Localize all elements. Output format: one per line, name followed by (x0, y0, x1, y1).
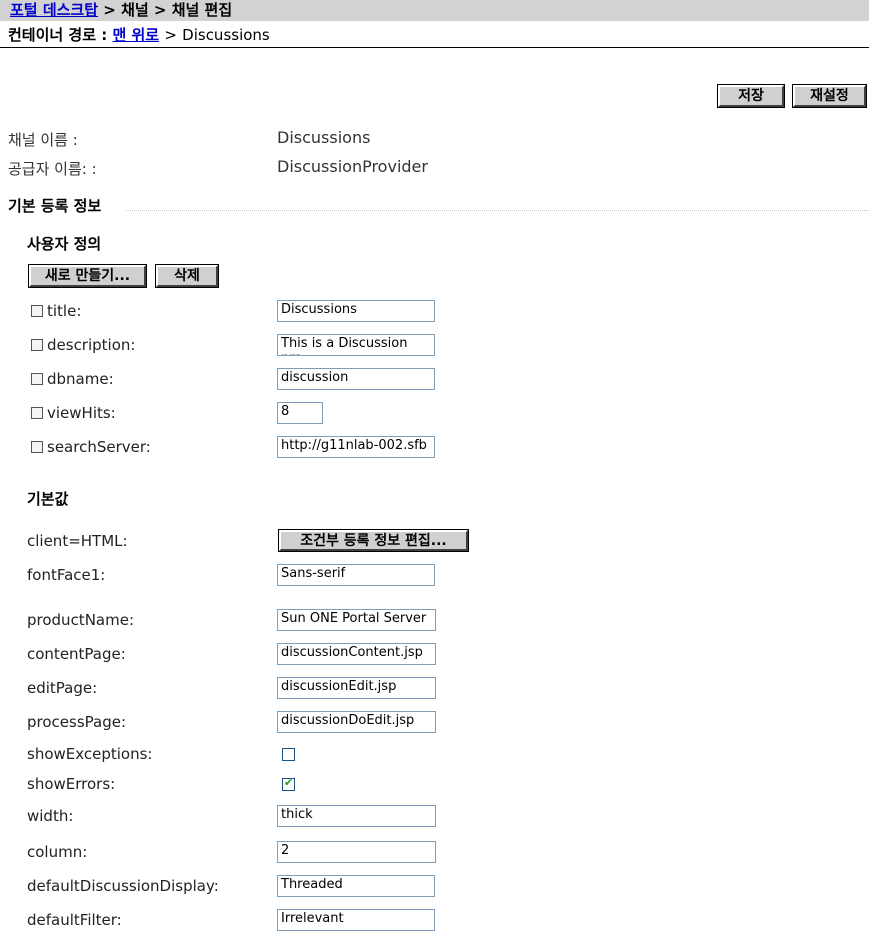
width-label: width: (27, 807, 74, 825)
dbname-select-checkbox[interactable] (31, 373, 43, 385)
defaults-title: 기본값 (27, 490, 69, 508)
provider-name-value: DiscussionProvider (277, 157, 428, 176)
column-label: column: (27, 843, 88, 861)
processpage-input[interactable]: discussionDoEdit.jsp (277, 711, 436, 733)
editpage-label: editPage: (27, 679, 98, 697)
productname-label: productName: (27, 611, 134, 629)
checkmark-icon: ✔ (284, 776, 294, 789)
channel-name-value: Discussions (277, 128, 371, 147)
viewhits-select-checkbox[interactable] (31, 407, 43, 419)
header-divider (0, 47, 869, 48)
searchserver-select-checkbox[interactable] (31, 441, 43, 453)
breadcrumb-portal-desktop-link[interactable]: 포털 데스크탑 (10, 1, 98, 19)
description-label: description: (47, 336, 136, 354)
showexceptions-checkbox[interactable] (282, 748, 295, 761)
breadcrumb-channel-edit: 채널 편집 (171, 1, 233, 19)
column-input[interactable]: 2 (277, 841, 436, 863)
contentpage-input[interactable]: discussionContent.jsp (277, 643, 436, 665)
container-path-current: Discussions (182, 26, 270, 44)
description-input[interactable]: This is a Discussion pro (277, 334, 435, 356)
description-select-checkbox[interactable] (31, 339, 43, 351)
edit-conditional-properties-button[interactable]: 조건부 등록 정보 편집... (279, 530, 468, 551)
showexceptions-label: showExceptions: (27, 745, 153, 763)
breadcrumb-separator: > (103, 1, 116, 19)
provider-name-label: 공급자 이름: : (8, 160, 97, 178)
dbname-label: dbname: (47, 370, 114, 388)
container-path-separator: > (164, 26, 177, 44)
save-button[interactable]: 저장 (718, 85, 784, 107)
breadcrumb: 포털 데스크탑 > 채널 > 채널 편집 (10, 0, 232, 20)
dbname-input[interactable]: discussion (277, 368, 435, 390)
container-path-top-link[interactable]: 맨 위로 (112, 26, 159, 44)
editpage-input[interactable]: discussionEdit.jsp (277, 677, 436, 699)
container-path-label: 컨테이너 경로 : (8, 26, 108, 44)
new-property-button[interactable]: 새로 만들기... (29, 265, 146, 287)
channel-name-label: 채널 이름 : (8, 131, 78, 149)
fontface1-input[interactable]: Sans-serif (277, 564, 435, 586)
showerrors-label: showErrors: (27, 775, 116, 793)
breadcrumb-bar: 포털 데스크탑 > 채널 > 채널 편집 (0, 0, 869, 21)
defaultdiscussiondisplay-input[interactable]: Threaded (277, 875, 435, 897)
breadcrumb-channel: 채널 (121, 1, 149, 19)
width-input[interactable]: thick (277, 805, 436, 827)
reset-button[interactable]: 재설정 (793, 85, 866, 107)
defaultdiscussiondisplay-label: defaultDiscussionDisplay: (27, 877, 219, 895)
section-title-basic-properties: 기본 등록 정보 (8, 197, 102, 215)
viewhits-input[interactable]: 8 (277, 402, 323, 424)
contentpage-label: contentPage: (27, 645, 126, 663)
processpage-label: processPage: (27, 713, 127, 731)
productname-input[interactable]: Sun ONE Portal Server (277, 609, 436, 631)
user-defined-title: 사용자 정의 (27, 235, 102, 253)
section-divider (126, 210, 869, 211)
searchserver-label: searchServer: (47, 438, 151, 456)
title-label: title: (47, 302, 82, 320)
container-path: 컨테이너 경로 : 맨 위로 > Discussions (8, 24, 270, 45)
showerrors-checkbox[interactable]: ✔ (282, 776, 295, 791)
title-select-checkbox[interactable] (31, 305, 43, 317)
delete-property-button[interactable]: 삭제 (156, 265, 218, 287)
defaultfilter-input[interactable]: Irrelevant (277, 909, 435, 931)
client-html-label: client=HTML: (27, 532, 128, 550)
defaultfilter-label: defaultFilter: (27, 911, 122, 929)
title-input[interactable]: Discussions (277, 300, 435, 322)
breadcrumb-separator: > (153, 1, 167, 19)
viewhits-label: viewHits: (47, 404, 116, 422)
searchserver-input[interactable]: http://g11nlab-002.sfb (277, 436, 435, 458)
fontface1-label: fontFace1: (27, 566, 106, 584)
